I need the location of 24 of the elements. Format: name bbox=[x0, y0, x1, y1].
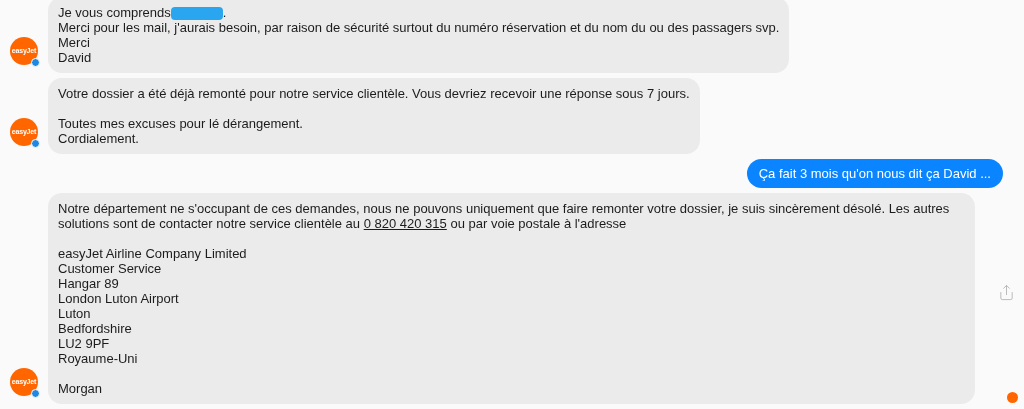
messenger-badge-icon bbox=[31, 389, 40, 398]
message-text: Customer Service bbox=[58, 261, 163, 276]
message-text: Royaume-Uni bbox=[58, 351, 139, 366]
message-text: Luton bbox=[58, 306, 92, 321]
message-text: Hangar 89 bbox=[58, 276, 120, 291]
message-text: Merci pour les mail, j'aurais besoin, par raison de sécurité surtout du numéro réservation et du nom du ou des passagers svp. bbox=[58, 20, 780, 35]
message-text: Je vous comprends . bbox=[58, 4, 228, 20]
message-text: Notre département ne s'occupant de ces demandes, nous ne pouvons uniquement que faire remonter votre dossier, je suis sincèrement désolé. Les autres solutions sont de contacter notre service clientèle au 0 820 420 315 ou par voie postale à l'adresse bbox=[58, 201, 951, 231]
message-text: LU2 9PF bbox=[58, 336, 111, 351]
messenger-badge-icon bbox=[31, 139, 40, 148]
message-text: Bedfordshire bbox=[58, 321, 133, 336]
message-text: easyJet Airline Company Limited bbox=[58, 246, 248, 261]
message-text: Merci bbox=[58, 35, 91, 50]
message-text: Votre dossier a été déjà remonté pour notre service clientèle. Vous devriez recevoir une réponse sous 7 jours. bbox=[58, 86, 690, 101]
message-text: Toutes mes excuses pour lé dérangement. bbox=[58, 116, 304, 131]
message-text: David bbox=[58, 50, 93, 65]
redaction-mark bbox=[170, 7, 223, 20]
messenger-badge-icon bbox=[31, 58, 40, 67]
phone-link[interactable]: 0 820 420 315 bbox=[363, 216, 447, 231]
message-text: London Luton Airport bbox=[58, 291, 180, 306]
message-text: Cordialement. bbox=[58, 131, 140, 146]
message-text: Morgan bbox=[58, 381, 104, 396]
message-text: Ça fait 3 mois qu'on nous dit ça David ... bbox=[758, 166, 991, 181]
share-icon[interactable] bbox=[998, 284, 1015, 301]
